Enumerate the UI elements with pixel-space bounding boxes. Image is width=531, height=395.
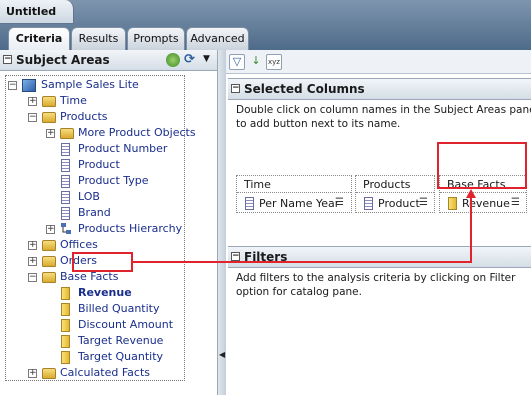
subject-area-tree: − Sample Sales Lite + Time − Products + … <box>5 75 196 381</box>
window-title: Untitled <box>0 0 74 24</box>
tree-label: Product Type <box>78 174 149 187</box>
criteria-toolbar: ▽ ↓ xyz <box>226 50 531 74</box>
chevron-down-icon[interactable]: ▼ <box>203 54 210 64</box>
tree-label: Revenue <box>78 286 132 299</box>
tree-label: Products <box>60 110 108 123</box>
expand-node-icon[interactable]: + <box>46 225 55 234</box>
expand-node-icon[interactable]: + <box>28 257 37 266</box>
tree-label: Offices <box>60 238 98 251</box>
column-group-products[interactable]: Products Product ☰ <box>355 175 435 213</box>
filters-header: − Filters <box>228 247 531 268</box>
column-icon <box>61 143 70 156</box>
tree-label: Sample Sales Lite <box>41 78 139 91</box>
subject-areas-title: Subject Areas <box>16 53 110 67</box>
subject-areas-pane: − Subject Areas ⟳ ▼ − Sample Sales Lite … <box>0 50 218 395</box>
tree-label: Products Hierarchy <box>78 222 183 235</box>
column-item-label: Product <box>378 197 420 210</box>
tree-label: Product <box>78 158 120 171</box>
measure-icon <box>61 351 70 364</box>
expand-node-icon[interactable]: + <box>46 129 55 138</box>
folder-icon <box>42 240 56 251</box>
tree-label: Billed Quantity <box>78 302 160 315</box>
tree-label: LOB <box>78 190 100 203</box>
hierarchy-icon <box>61 223 71 234</box>
column-group-time[interactable]: Time Per Name Year ☰ <box>236 175 352 213</box>
column-group-title: Products <box>356 176 434 193</box>
folder-icon <box>42 368 56 379</box>
collapse-left-arrow-icon[interactable]: ◀ <box>219 350 225 359</box>
tree-label: Target Quantity <box>78 350 164 363</box>
highlight-box-revenue <box>72 252 133 272</box>
column-icon <box>61 207 70 220</box>
tree-label: Discount Amount <box>78 318 174 331</box>
selected-columns-header: − Selected Columns <box>228 79 531 100</box>
filters-description: Add filters to the analysis criteria by … <box>236 272 516 298</box>
folder-icon <box>42 96 56 107</box>
sort-icon[interactable]: ↓ <box>248 54 264 70</box>
collapse-node-icon[interactable]: − <box>8 81 17 90</box>
measure-icon <box>61 303 70 316</box>
column-options-icon[interactable]: ☰ <box>419 196 433 210</box>
tab-criteria[interactable]: Criteria <box>8 27 70 51</box>
add-subject-area-icon[interactable] <box>166 53 180 67</box>
expand-node-icon[interactable]: + <box>28 369 37 378</box>
tree-label: Time <box>60 94 87 107</box>
tab-results[interactable]: Results <box>71 27 126 50</box>
tree-label: Product Number <box>78 142 168 155</box>
filters-title: Filters <box>244 250 288 264</box>
column-properties-icon[interactable]: xyz <box>266 54 282 70</box>
tab-prompts[interactable]: Prompts <box>127 27 185 50</box>
column-item-label: Revenue <box>462 197 510 210</box>
tree-label: Calculated Facts <box>60 366 151 379</box>
selected-columns-description: Double click on column names in the Subj… <box>236 104 531 130</box>
measure-icon <box>448 197 457 210</box>
folder-icon <box>60 128 74 139</box>
column-options-icon[interactable]: ☰ <box>511 196 525 210</box>
folder-icon <box>42 256 56 267</box>
column-icon <box>61 159 70 172</box>
measure-icon <box>61 287 70 300</box>
filter-icon[interactable]: ▽ <box>229 54 245 70</box>
column-icon <box>364 197 373 210</box>
tab-advanced[interactable]: Advanced <box>186 27 249 50</box>
subject-area-icon <box>22 79 36 92</box>
criteria-pane: ▽ ↓ xyz − Selected Columns Double click … <box>226 50 531 395</box>
column-icon <box>245 197 254 210</box>
column-group-title: Time <box>237 176 351 193</box>
folder-icon <box>42 272 56 283</box>
selected-columns-title: Selected Columns <box>244 82 365 96</box>
column-item-label: Per Name Year <box>259 197 340 210</box>
tree-label: Target Revenue <box>78 334 164 347</box>
filters-section: − Filters Add filters to the analysis cr… <box>228 246 531 395</box>
collapse-node-icon[interactable]: − <box>28 273 37 282</box>
collapse-icon[interactable]: − <box>231 252 240 261</box>
tree-label: More Product Objects <box>78 126 196 139</box>
refresh-icon[interactable]: ⟳ <box>184 52 195 67</box>
folder-icon <box>42 112 56 123</box>
title-bar: Untitled Criteria Results Prompts Advanc… <box>0 0 531 51</box>
collapse-node-icon[interactable]: − <box>28 113 37 122</box>
expand-node-icon[interactable]: + <box>28 97 37 106</box>
column-icon <box>61 191 70 204</box>
measure-icon <box>61 335 70 348</box>
expand-node-icon[interactable]: + <box>28 241 37 250</box>
collapse-icon[interactable]: − <box>3 55 12 64</box>
column-icon <box>61 175 70 188</box>
measure-icon <box>61 319 70 332</box>
collapse-icon[interactable]: − <box>231 84 240 93</box>
column-options-icon[interactable]: ☰ <box>335 196 349 210</box>
tree-label: Brand <box>78 206 111 219</box>
subject-areas-header: − Subject Areas ⟳ ▼ <box>0 50 217 71</box>
pane-splitter[interactable]: ◀ <box>218 50 226 395</box>
highlight-box-base-facts <box>437 142 527 189</box>
